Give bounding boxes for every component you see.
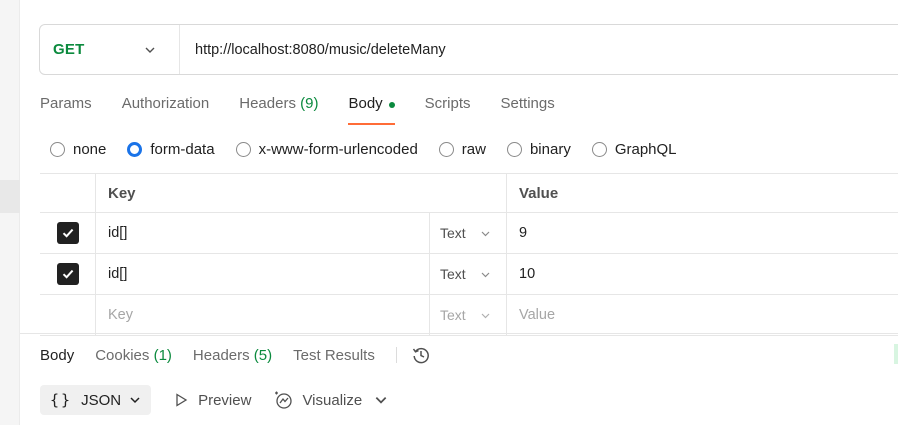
response-tab-body[interactable]: Body [40,347,74,364]
format-select[interactable]: {} JSON [40,385,152,415]
radio-label: binary [529,141,571,158]
preview-label: Preview [198,391,252,409]
radio-button[interactable] [591,142,607,157]
status-indicator [894,344,898,364]
body-type-form-data[interactable]: form-data [127,141,215,158]
preview-button[interactable]: Preview [173,392,251,409]
body-active-dot [388,102,395,108]
radio-button[interactable] [506,142,522,157]
response-tabs: Body Cookies (1) Headers (5) Test Result… [40,345,431,365]
checkbox-checked-icon[interactable] [56,222,79,244]
tab-label: Settings [500,95,555,112]
type-label: Text [440,307,466,323]
radio-label: form-data [150,141,215,158]
tab-label: Headers [239,95,296,112]
key-input-placeholder[interactable]: Key [96,295,430,335]
method-label: GET [53,41,85,58]
body-type-raw[interactable]: raw [438,141,486,158]
cookies-count: (1) [153,346,172,364]
pane-divider[interactable] [20,333,898,334]
column-header-value: Value [519,184,559,202]
tab-authorization[interactable]: Authorization [122,95,210,125]
chevron-down-icon [145,47,155,53]
body-type-urlencoded[interactable]: x-www-form-urlencoded [235,141,418,158]
tab-body[interactable]: Body [348,95,395,125]
format-label: JSON [81,391,122,409]
tab-scripts[interactable]: Scripts [425,95,471,125]
radio-label: raw [461,141,486,158]
row-check-cell [40,254,96,294]
row-check-cell [40,213,96,253]
type-select[interactable]: Text [430,213,507,253]
url-input[interactable]: http://localhost:8080/music/deleteMany [180,42,446,58]
braces-icon: {} [50,391,73,409]
body-type-selector: none form-data x-www-form-urlencoded raw… [50,141,698,158]
value-input[interactable]: 10 [507,254,898,294]
left-sidebar-gutter [0,0,20,425]
body-type-graphql[interactable]: GraphQL [591,141,677,158]
chevron-down-icon [130,397,140,404]
table-row: id[] Text 10 [40,254,898,295]
headers-count: (9) [300,95,319,112]
table-row-placeholder: Key Text Value [40,295,898,336]
chevron-down-icon [481,272,490,278]
radio-label: x-www-form-urlencoded [258,141,418,158]
tab-separator [395,347,397,363]
tab-label: Cookies [95,346,150,364]
chevron-down-icon [481,313,490,319]
method-select[interactable]: GET [40,25,180,74]
checkbox-checked-icon[interactable] [56,263,79,285]
tab-label: Scripts [424,95,471,112]
type-select[interactable]: Text [430,295,507,335]
request-tabs: Params Authorization Headers (9) Body Sc… [40,95,585,127]
header-check-cell [40,174,96,212]
visualize-icon [275,391,293,409]
chevron-down-icon[interactable] [374,393,388,407]
type-label: Text [440,225,466,241]
url-bar: GET http://localhost:8080/music/deleteMa… [39,24,898,75]
table-header: Key Value [40,174,898,213]
radio-label: GraphQL [614,141,677,158]
tab-label: Authorization [121,95,210,112]
chevron-down-icon [481,231,490,237]
radio-label: none [73,141,107,158]
sidebar-indicator [0,180,20,213]
tab-settings[interactable]: Settings [501,95,555,125]
response-tab-cookies[interactable]: Cookies (1) [95,347,172,364]
radio-button[interactable] [50,142,65,157]
type-label: Text [440,266,466,282]
response-tab-headers[interactable]: Headers (5) [193,347,272,364]
tab-label: Headers [192,346,250,364]
tab-params[interactable]: Params [40,95,92,125]
tab-label: Params [40,95,92,112]
body-type-binary[interactable]: binary [506,141,571,158]
key-input[interactable]: id[] [96,213,430,253]
value-input-placeholder[interactable]: Value [507,295,898,335]
response-headers-count: (5) [253,346,273,364]
value-input[interactable]: 9 [507,213,898,253]
radio-button-selected[interactable] [127,142,143,157]
visualize-button[interactable]: Visualize [273,390,362,410]
column-header-key: Key [96,174,507,212]
history-icon[interactable] [411,345,431,365]
type-select[interactable]: Text [430,254,507,294]
play-icon [176,393,188,407]
visualize-label: Visualize [302,391,363,409]
radio-button[interactable] [235,142,251,157]
table-row: id[] Text 9 [40,213,898,254]
tab-label: Body [348,95,383,112]
radio-button[interactable] [438,142,454,157]
form-data-table: Key Value id[] Text 9 id[] Text 10 Key T… [40,173,898,336]
key-input[interactable]: id[] [96,254,430,294]
response-toolbar: {} JSON Preview Visualize [40,385,388,415]
row-check-cell [40,295,96,335]
tab-headers[interactable]: Headers (9) [239,95,318,125]
response-tab-test-results[interactable]: Test Results [293,347,375,364]
body-type-none[interactable]: none [50,141,106,158]
